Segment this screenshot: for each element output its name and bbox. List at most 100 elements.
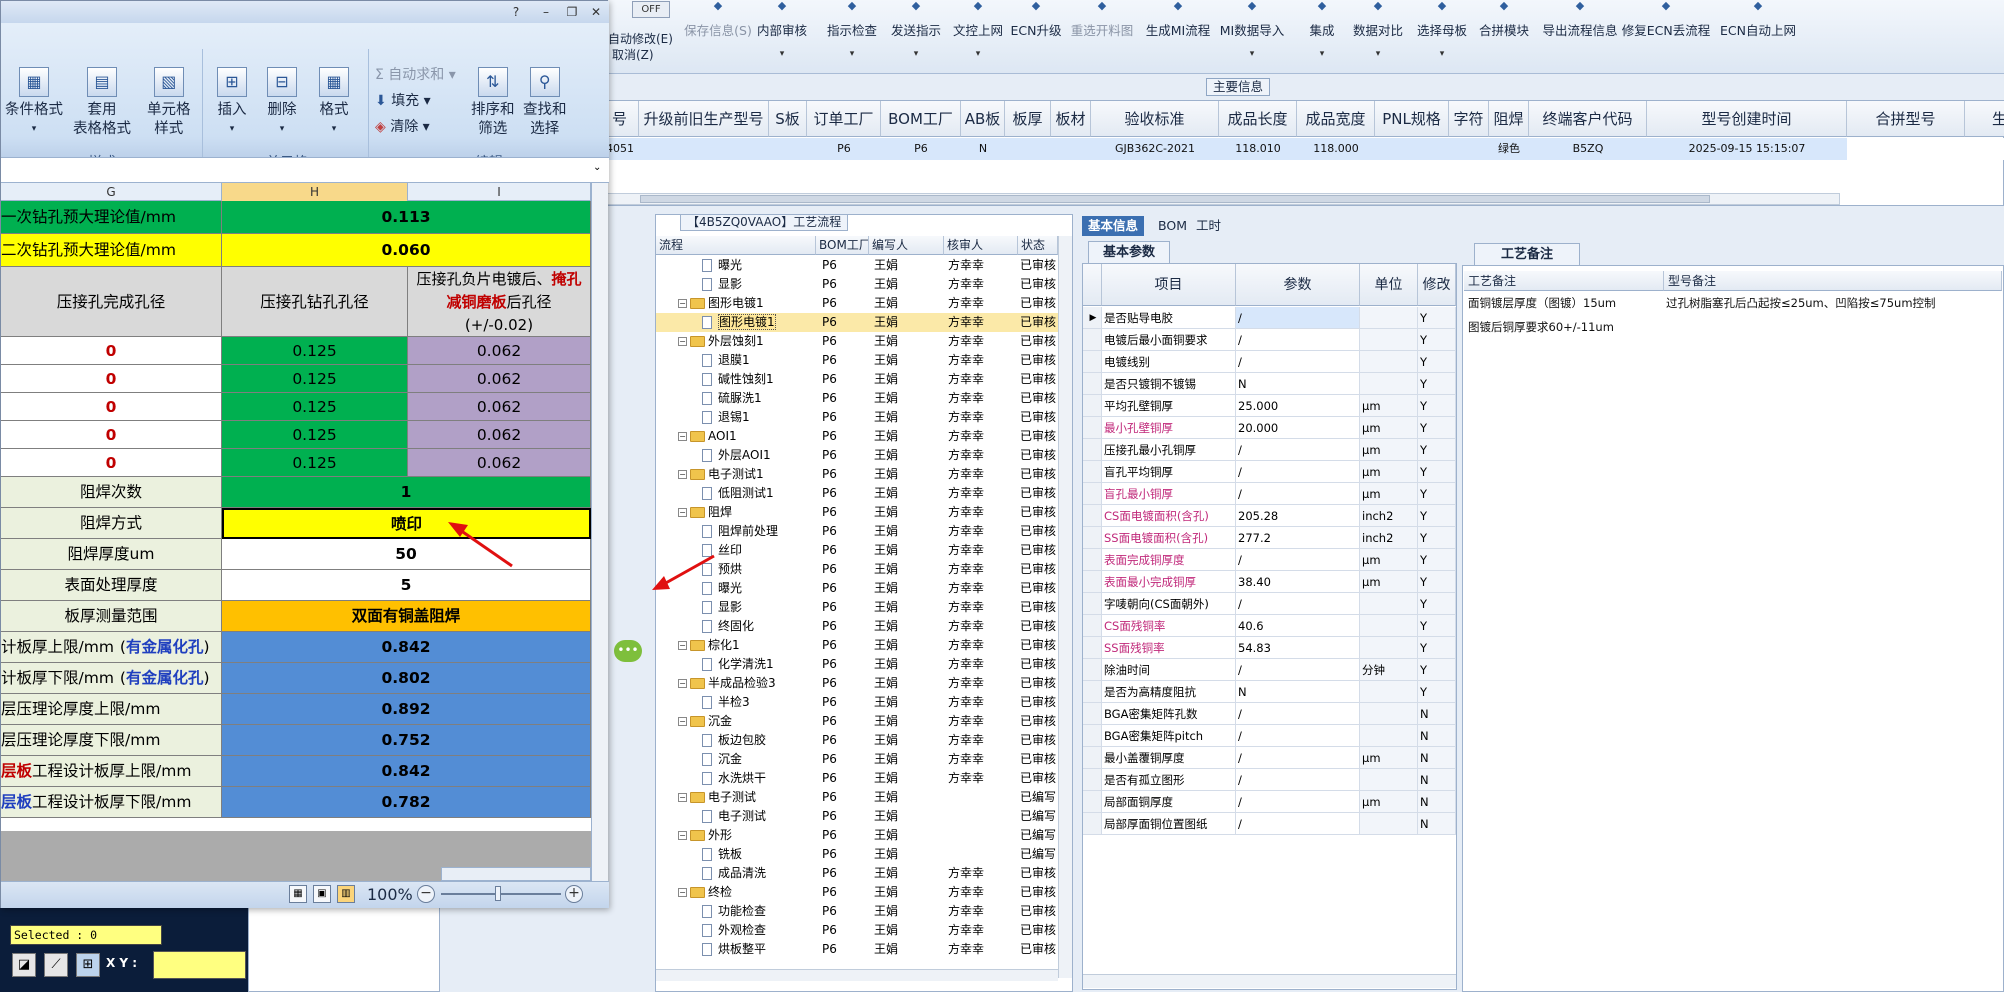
process-row[interactable]: 成品清洗 P6 王娟 方幸幸 已审核 — [656, 864, 1058, 883]
collapse-icon[interactable]: − — [678, 831, 687, 840]
process-row[interactable]: 显影 P6 王娟 方幸幸 已审核 — [656, 598, 1058, 617]
main-col-header[interactable]: 字符 — [1449, 101, 1489, 137]
cell-g[interactable]: 表面处理厚度 — [1, 570, 222, 601]
sheet-row[interactable]: 一次钻孔预大理论值/mm 0.113 — [1, 201, 591, 234]
cell-hi-merged[interactable]: 0.113 — [222, 201, 591, 234]
process-row[interactable]: 硫脲洗1 P6 王娟 方幸幸 已审核 — [656, 389, 1058, 408]
formula-expand-icon[interactable]: ⌄ — [593, 162, 601, 173]
sort-filter-button[interactable]: ⇅ 排序和 筛选 — [471, 67, 515, 139]
basic-param-row[interactable]: 电镀后最小面铜要求 / Y — [1083, 329, 1456, 351]
sheet-row[interactable]: 0 0.125 0.062 — [1, 365, 591, 393]
process-col-header[interactable]: 核审人 — [944, 236, 1018, 255]
basic-param-row[interactable]: 盲孔最小铜厚 / μm Y — [1083, 483, 1456, 505]
main-col-header[interactable]: 合拼型号 — [1847, 101, 1965, 137]
help-icon[interactable]: ? — [507, 4, 525, 20]
zoom-slider[interactable] — [441, 893, 561, 895]
zoom-in-icon[interactable]: + — [565, 885, 583, 903]
process-row[interactable]: 曝光 P6 王娟 方幸幸 已审核 — [656, 256, 1058, 275]
cell-i[interactable]: 0.062 — [408, 449, 591, 477]
main-col-header[interactable]: 板厚 — [1005, 101, 1051, 137]
page-layout-icon[interactable]: ▣ — [313, 885, 331, 903]
off-toggle[interactable]: OFF — [632, 1, 670, 18]
sheet-row[interactable]: 阻焊方式 喷印 — [1, 508, 591, 539]
main-col-header[interactable]: 型号创建时间 — [1647, 101, 1847, 137]
process-row[interactable]: 烘板整平 P6 王娟 方幸幸 已审核 — [656, 940, 1058, 959]
main-info-grid[interactable]: 号 4051 升级前旧生产型号 S板 订单工厂 P6 BOM工厂 P6 AB板 N 板厚 板材 验收标准… — [600, 100, 2004, 206]
process-row[interactable]: 化学清洗1 P6 王娟 方幸幸 已审核 — [656, 655, 1058, 674]
basic-param-row[interactable]: SS面电镀面积(含孔) 277.2 inch2 Y — [1083, 527, 1456, 549]
process-row[interactable]: − 棕化1 P6 王娟 方幸幸 已审核 — [656, 636, 1058, 655]
main-cell[interactable]: 118.010 — [1219, 138, 1297, 160]
draw-tool-icon[interactable]: ⟋ — [44, 953, 68, 977]
main-cell[interactable] — [1005, 138, 1051, 160]
basic-param-row[interactable]: 压接孔最小孔铜厚 / μm Y — [1083, 439, 1456, 461]
col-header-h[interactable]: H — [222, 183, 408, 201]
process-row[interactable]: 退锡1 P6 王娟 方幸幸 已审核 — [656, 408, 1058, 427]
sheet-row[interactable]: 层板 工程设计板厚下限/mm 0.782 — [1, 787, 591, 818]
process-col-header[interactable]: 编写人 — [869, 236, 944, 255]
collapse-icon[interactable]: − — [678, 888, 687, 897]
basic-hscrollbar[interactable] — [1083, 974, 1456, 988]
cell-h[interactable]: 0.125 — [222, 449, 408, 477]
cell-g[interactable]: 层压理论厚度上限/mm — [1, 694, 222, 725]
process-row[interactable]: 阻焊前处理 P6 王娟 方幸幸 已审核 — [656, 522, 1058, 541]
basic-param-row[interactable]: 最小孔壁铜厚 20.000 μm Y — [1083, 417, 1456, 439]
basic-col-header[interactable]: 项目 — [1102, 264, 1236, 306]
sheet-vscrollbar[interactable] — [591, 183, 608, 883]
process-col-header[interactable]: 流程 — [656, 236, 816, 255]
collapse-icon[interactable]: − — [678, 679, 687, 688]
formula-bar[interactable]: ⌄ — [1, 157, 609, 183]
cell-i[interactable]: 0.062 — [408, 337, 591, 365]
process-row[interactable]: 碱性蚀刻1 P6 王娟 方幸幸 已审核 — [656, 370, 1058, 389]
process-row[interactable]: 低阻测试1 P6 王娟 方幸幸 已审核 — [656, 484, 1058, 503]
cell-g[interactable]: 计板厚下限/mm (有金属化孔) — [1, 663, 222, 694]
cell-i[interactable]: 0.062 — [408, 365, 591, 393]
main-cell[interactable]: N — [961, 138, 1005, 160]
cell-h[interactable]: 0.125 — [222, 393, 408, 421]
tab-basic-info[interactable]: 基本信息 — [1082, 216, 1145, 236]
process-row[interactable]: − 沉金 P6 王娟 方幸幸 已审核 — [656, 712, 1058, 731]
main-cell[interactable]: 118.000 — [1297, 138, 1375, 160]
cell-hi-merged[interactable]: 双面有铜盖阻焊 — [222, 601, 591, 632]
conditional-format-button[interactable]: ▦ 条件格式 ▾ — [5, 67, 63, 139]
main-cell[interactable] — [639, 138, 769, 160]
process-row[interactable]: 终固化 P6 王娟 方幸幸 已审核 — [656, 617, 1058, 636]
basic-param-row[interactable]: 是否只镀铜不镀锡 N Y — [1083, 373, 1456, 395]
grid-tool-icon[interactable]: ⊞ — [76, 953, 100, 977]
main-cell[interactable]: B5ZQ — [1529, 138, 1647, 160]
process-row[interactable]: 外观检查 P6 王娟 方幸幸 已审核 — [656, 921, 1058, 940]
chat-icon[interactable]: ••• — [614, 640, 642, 662]
process-row[interactable]: − 电子测试 P6 王娟 已编写 — [656, 788, 1058, 807]
xy-input[interactable] — [153, 951, 246, 979]
cell-g[interactable]: 阻焊厚度um — [1, 539, 222, 570]
process-row[interactable]: 显影 P6 王娟 方幸幸 已审核 — [656, 275, 1058, 294]
main-cell[interactable]: P6 — [881, 138, 961, 160]
toolbar-button-7[interactable]: ◆ 生成MI流程 — [1138, 0, 1218, 74]
autosum-button[interactable]: Σ 自动求和 ▾ — [375, 65, 456, 85]
main-col-header[interactable]: 板材 — [1051, 101, 1091, 137]
main-cell[interactable] — [1449, 138, 1489, 160]
cell-hi-merged[interactable]: 0.842 — [222, 756, 591, 787]
find-select-button[interactable]: ⚲ 查找和 选择 — [523, 67, 567, 139]
basic-param-row[interactable]: 局部厚面铜位置图纸 / N — [1083, 813, 1456, 835]
collapse-icon[interactable]: − — [678, 641, 687, 650]
process-col-header[interactable]: BOM工厂 — [816, 236, 869, 255]
sheet-row[interactable]: 0 0.125 0.062 — [1, 421, 591, 449]
cell-hi-merged[interactable]: 0.802 — [222, 663, 591, 694]
basic-param-row[interactable]: 除油时间 / 分钟 Y — [1083, 659, 1456, 681]
cancel-menu[interactable]: 取消(Z) — [612, 46, 654, 63]
insert-button[interactable]: ⊞ 插入 ▾ — [217, 67, 247, 139]
select-tool-icon[interactable]: ◪ — [12, 953, 36, 977]
collapse-icon[interactable]: − — [678, 508, 687, 517]
basic-param-row[interactable]: CS面电镀面积(含孔) 205.28 inch2 Y — [1083, 505, 1456, 527]
cell-g[interactable]: 计板厚上限/mm (有金属化孔) — [1, 632, 222, 663]
toolbar-button-15[interactable]: ◆ ECN自动上网 — [1718, 0, 1798, 74]
main-col-header[interactable]: 终端客户代码 — [1529, 101, 1647, 137]
cell-g[interactable]: 阻焊方式 — [1, 508, 222, 539]
basic-param-row[interactable]: BGA密集矩阵pitch / N — [1083, 725, 1456, 747]
main-cell[interactable] — [1051, 138, 1091, 160]
basic-param-row[interactable]: 是否有孤立图形 / N — [1083, 769, 1456, 791]
sheet-row[interactable]: 0 0.125 0.062 — [1, 337, 591, 365]
process-row[interactable]: 沉金 P6 王娟 方幸幸 已审核 — [656, 750, 1058, 769]
main-col-header[interactable]: S板 — [769, 101, 807, 137]
